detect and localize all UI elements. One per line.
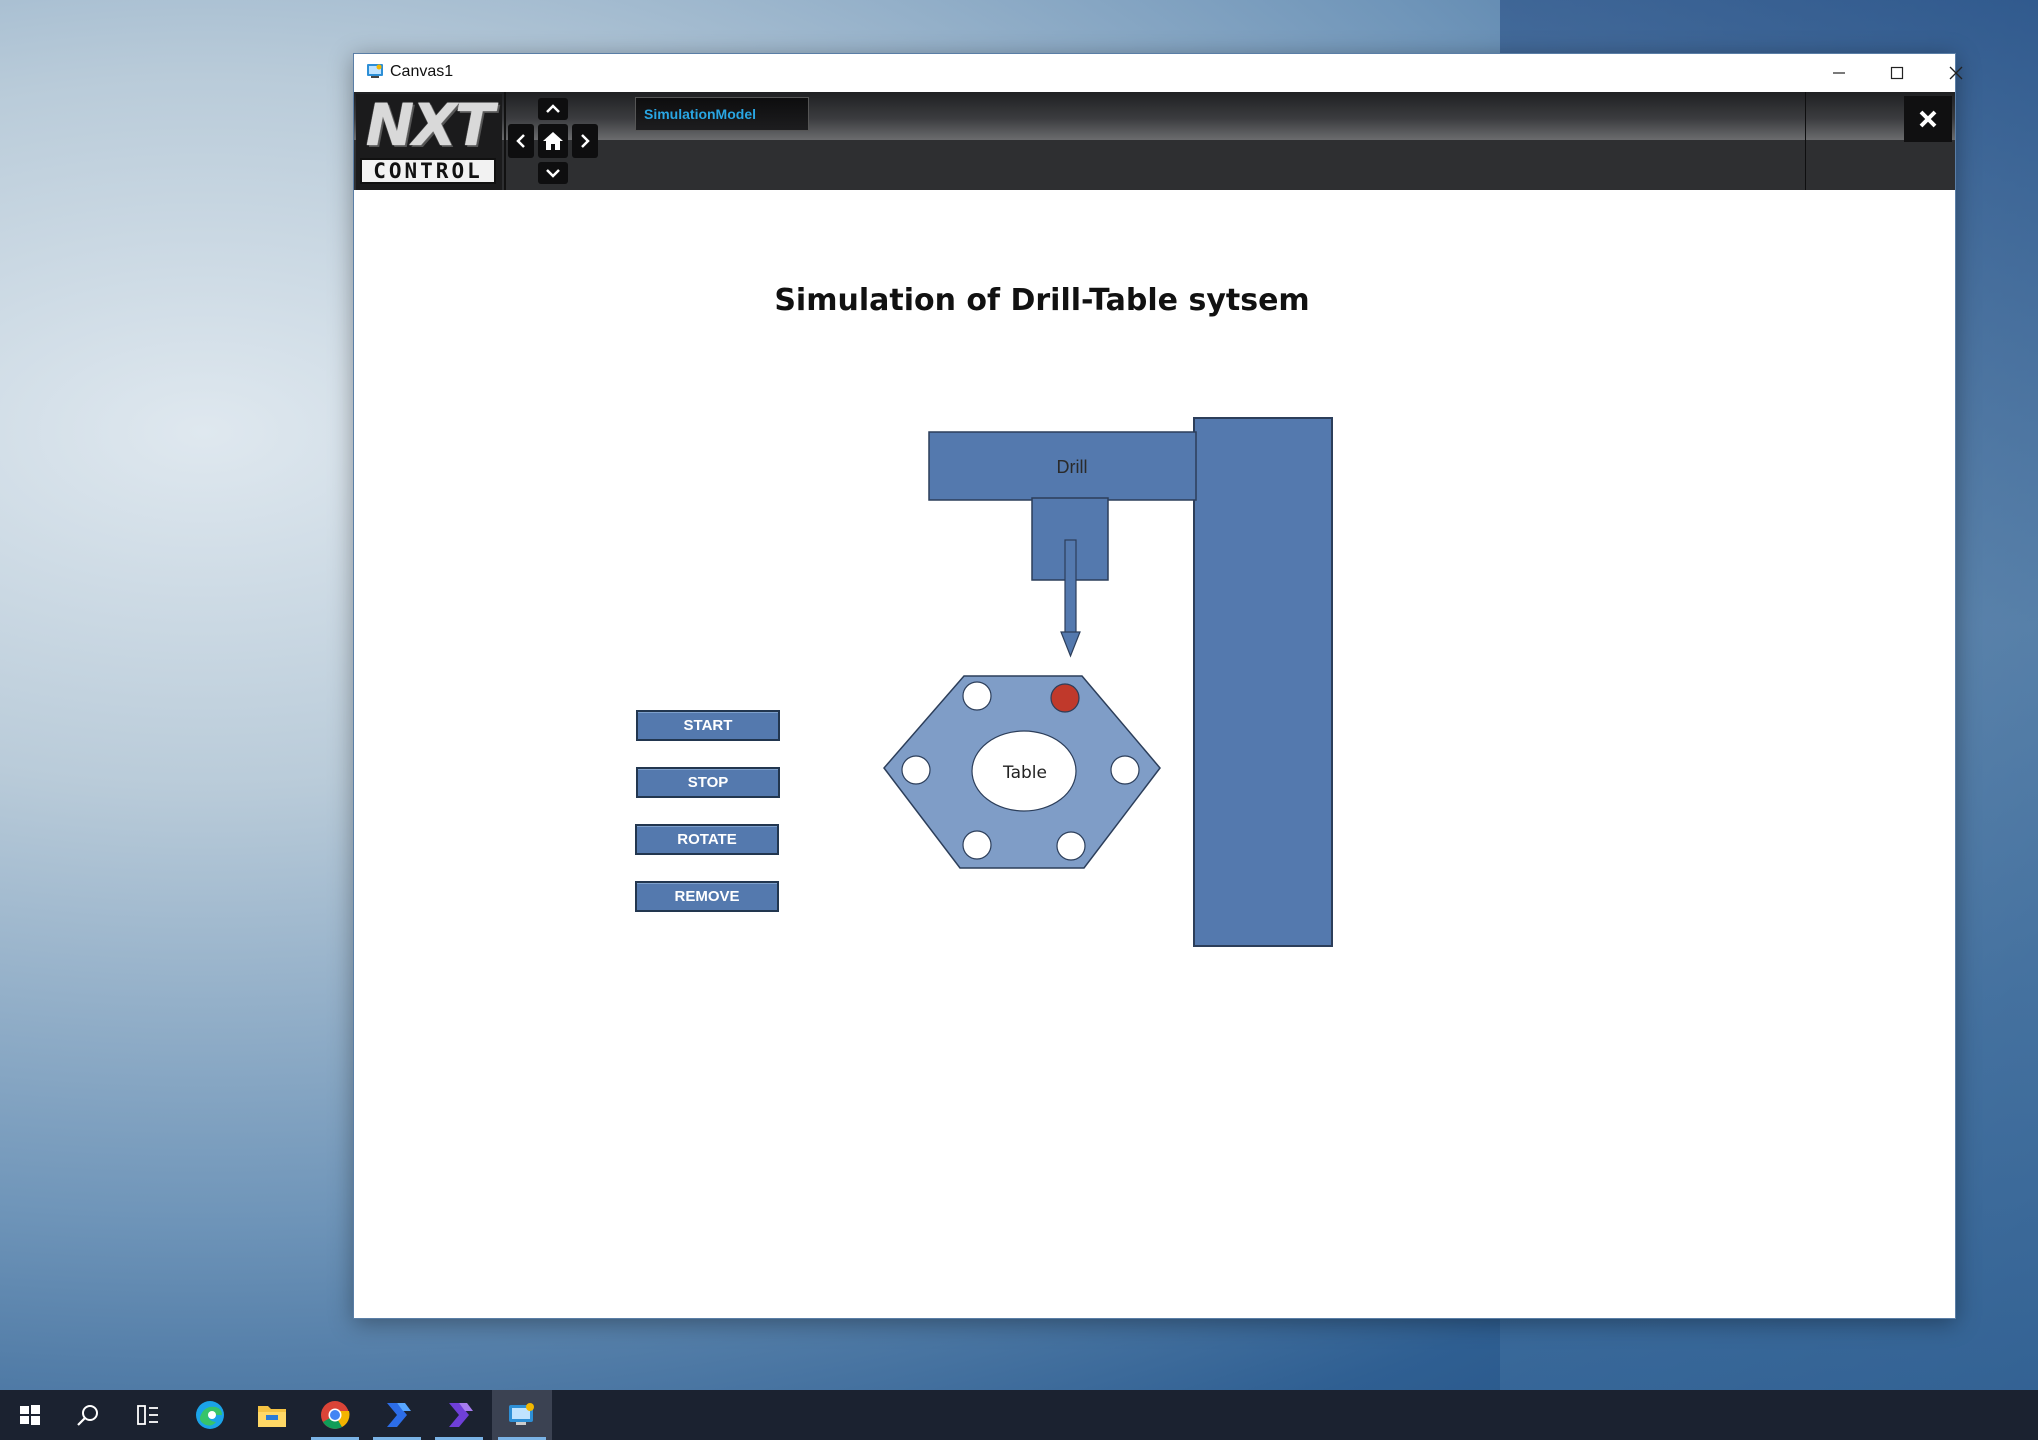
power-automate-icon (449, 1403, 473, 1427)
chevron-down-icon (546, 169, 560, 178)
remove-button[interactable]: REMOVE (635, 881, 779, 912)
close-icon (1949, 66, 1963, 80)
edge-button[interactable] (180, 1390, 240, 1440)
table-label: Table (1002, 763, 1047, 783)
table-slot (962, 681, 992, 711)
home-icon (543, 132, 563, 150)
nav-right-button[interactable] (572, 124, 598, 158)
drill-bit (1064, 539, 1077, 636)
app-icon (367, 64, 383, 78)
drill-column (1193, 417, 1333, 947)
close-button[interactable] (1927, 54, 1985, 92)
table-slot (962, 830, 992, 860)
nav-down-button[interactable] (538, 162, 568, 184)
chevron-right-icon (581, 134, 590, 148)
navigation-pad (506, 92, 602, 190)
stop-button[interactable]: STOP (636, 767, 780, 798)
file-explorer-icon (258, 1406, 286, 1427)
window-title: Canvas1 (390, 63, 454, 80)
drill-table-diagram: Drill Table (883, 417, 1333, 947)
maximize-icon (1890, 66, 1904, 80)
windows-taskbar (0, 1390, 2038, 1440)
edge-icon (196, 1401, 224, 1429)
drill-bit-tip (1060, 631, 1081, 658)
table-slot-active (1050, 683, 1080, 713)
chrome-button[interactable] (305, 1390, 365, 1440)
window-titlebar[interactable]: Canvas1 (354, 54, 1963, 92)
simulation-canvas: Simulation of Drill-Table sytsem Drill T… (354, 190, 1955, 1318)
nav-left-button[interactable] (508, 124, 534, 158)
canvas-app-icon (509, 1403, 534, 1425)
task-view-icon (137, 1405, 158, 1425)
start-button[interactable] (0, 1390, 60, 1440)
search-icon (77, 1405, 98, 1426)
start-icon (20, 1405, 40, 1425)
file-explorer-button[interactable] (242, 1390, 302, 1440)
minimize-icon (1833, 72, 1845, 74)
power-automate-icon (387, 1403, 411, 1427)
table-slot (1056, 831, 1086, 861)
canvas-app-button[interactable] (492, 1390, 552, 1440)
close-icon (1919, 110, 1937, 128)
search-button[interactable] (58, 1390, 118, 1440)
minimize-button[interactable] (1810, 54, 1868, 92)
nav-home-button[interactable] (538, 124, 568, 158)
power-automate-button[interactable] (367, 1390, 427, 1440)
toolbar-separator (1805, 92, 1806, 190)
power-automate-button[interactable] (429, 1390, 489, 1440)
start-button[interactable]: START (636, 710, 780, 741)
tab-simulation-model[interactable]: SimulationModel (635, 97, 809, 131)
drill-label: Drill (1057, 457, 1088, 477)
logo-subtitle: CONTROL (360, 158, 496, 184)
nxt-control-logo: NXT CONTROL (356, 94, 502, 190)
nav-up-button[interactable] (538, 98, 568, 120)
maximize-button[interactable] (1868, 54, 1926, 92)
table-slot (901, 755, 931, 785)
logo-wordmark: NXT (365, 91, 495, 159)
rotate-button[interactable]: ROTATE (635, 824, 779, 855)
chevron-up-icon (546, 104, 560, 113)
canvas-window: Canvas1 NXT CONTROL SimulationModel Simu… (353, 53, 1963, 1319)
hmi-close-button[interactable] (1904, 96, 1952, 142)
chrome-icon (321, 1401, 350, 1429)
chevron-left-icon (516, 134, 525, 148)
task-view-button[interactable] (118, 1390, 178, 1440)
table-slot (1110, 755, 1140, 785)
hmi-toolbar: NXT CONTROL SimulationModel (354, 92, 1955, 190)
